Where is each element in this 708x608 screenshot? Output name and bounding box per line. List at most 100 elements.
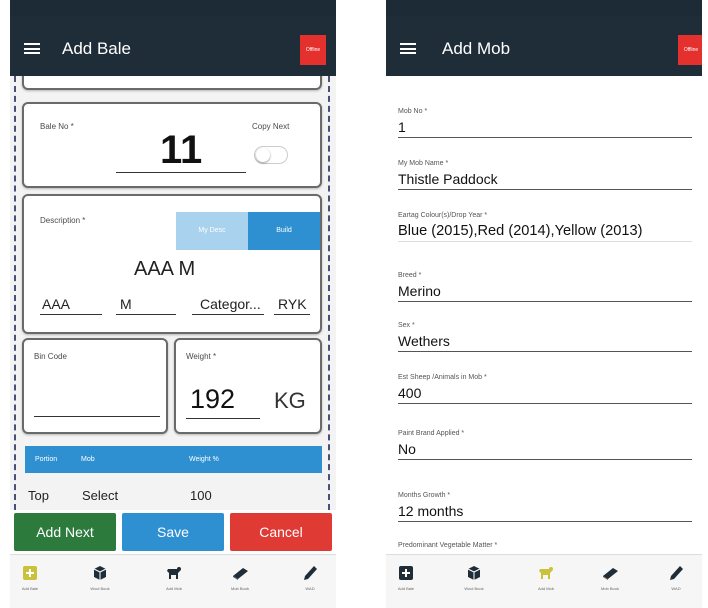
status-bar <box>10 0 336 16</box>
header-mob: Mob <box>81 456 95 463</box>
field-value[interactable]: Wethers <box>398 333 692 350</box>
field-label: Paint Brand Applied * <box>398 430 465 437</box>
tab-label: Mob Book <box>230 586 249 591</box>
field-underline <box>398 351 692 352</box>
page-title: Add Mob <box>442 39 511 58</box>
bin-code-label: Bin Code <box>34 352 67 361</box>
field-value[interactable]: Merino <box>398 283 692 300</box>
save-button[interactable]: Save <box>122 513 224 551</box>
breed-field[interactable]: Breed * Merino <box>398 272 692 302</box>
my-desc-button[interactable]: My Desc <box>176 212 248 250</box>
field-underline <box>192 314 264 315</box>
description-field-2[interactable]: M <box>120 296 132 312</box>
field-value[interactable]: 400 <box>398 385 692 402</box>
cancel-button[interactable]: Cancel <box>230 513 332 551</box>
field-underline <box>398 301 692 302</box>
field-underline <box>274 314 310 315</box>
book-icon <box>603 568 618 580</box>
tab-wad[interactable]: WAD <box>656 565 696 591</box>
previous-card <box>22 76 322 90</box>
tab-mob-book[interactable]: Mob Book <box>220 565 260 591</box>
toggle-knob <box>256 148 270 162</box>
vegetable-matter-field[interactable]: Predominant Vegetable Matter * <box>398 542 692 549</box>
field-label: My Mob Name * <box>398 160 449 167</box>
mob-no-field[interactable]: Mob No * 1 <box>398 108 692 138</box>
tab-wool-book[interactable]: Wool Book <box>454 565 494 591</box>
weight-unit: KG <box>274 388 306 413</box>
tab-mob-book[interactable]: Mob Book <box>590 565 630 591</box>
description-field-1[interactable]: AAA <box>42 296 70 312</box>
mob-select[interactable]: Select <box>82 488 118 503</box>
weight-card: Weight * 192 KG <box>174 338 322 434</box>
eartag-field[interactable]: Eartag Colour(s)/Drop Year * Blue (2015)… <box>398 212 692 242</box>
hamburger-menu-icon[interactable] <box>400 43 416 54</box>
paint-brand-field[interactable]: Paint Brand Applied * No <box>398 430 692 460</box>
build-button[interactable]: Build <box>248 212 320 250</box>
field-underline <box>116 314 176 315</box>
tab-label: Add Mob <box>537 586 554 591</box>
tab-label: Add Bale <box>21 586 39 591</box>
bin-code-card: Bin Code <box>22 338 168 434</box>
portion-table-header: Portion Mob Weight % <box>25 446 322 473</box>
divider <box>14 76 16 510</box>
description-value: AAA M <box>134 258 196 280</box>
offline-badge: Offline <box>678 35 702 65</box>
tab-label: Wool Book <box>90 586 110 591</box>
cube-icon <box>93 566 107 580</box>
field-label: Eartag Colour(s)/Drop Year * <box>398 212 488 219</box>
tab-wad[interactable]: WAD <box>290 565 330 591</box>
add-next-button[interactable]: Add Next <box>14 513 116 551</box>
field-label: Est Sheep /Animals in Mob * <box>398 374 487 381</box>
cube-icon <box>467 566 481 580</box>
add-mob-screen: Add Mob Offline Mob No * 1 My Mob Name *… <box>386 0 702 608</box>
field-underline <box>398 241 692 242</box>
description-field-3[interactable]: Categor... <box>200 296 261 312</box>
est-sheep-field[interactable]: Est Sheep /Animals in Mob * 400 <box>398 374 692 404</box>
bale-no-label: Bale No * <box>40 122 74 131</box>
bale-no-card: Bale No * 11 Copy Next <box>22 102 322 188</box>
tab-label: Add Mob <box>165 586 182 591</box>
tab-add-bale[interactable]: Add Bale <box>386 565 426 591</box>
tab-add-bale[interactable]: Add Bale <box>10 565 50 591</box>
add-bale-screen: Add Bale Offline Bale No * 11 Copy Next … <box>10 0 336 608</box>
field-label: Months Growth * <box>398 492 451 499</box>
book-icon <box>233 568 248 580</box>
field-value[interactable]: Thistle Paddock <box>398 171 692 188</box>
page-title: Add Bale <box>62 39 131 58</box>
field-value[interactable]: Blue (2015),Red (2014),Yellow (2013) <box>398 223 692 240</box>
mob-name-field[interactable]: My Mob Name * Thistle Paddock <box>398 160 692 190</box>
tab-add-mob[interactable]: Add Mob <box>526 565 566 591</box>
bale-form: Bale No * 11 Copy Next Description * My … <box>10 76 336 510</box>
status-bar <box>386 0 702 16</box>
sheep-icon <box>539 567 553 579</box>
tab-add-mob[interactable]: Add Mob <box>154 565 194 591</box>
bottom-tab-bar: Add Bale Wool Book Add Mob Mob Book WAD <box>386 554 702 608</box>
plus-square-icon <box>399 566 413 580</box>
field-label: Sex * <box>398 322 415 329</box>
bale-no-underline <box>116 172 246 173</box>
field-underline <box>398 189 692 190</box>
description-field-4[interactable]: RYK <box>278 296 307 312</box>
copy-next-toggle[interactable] <box>254 146 288 164</box>
tab-label: Mob Book <box>600 586 619 591</box>
copy-next-label: Copy Next <box>252 122 290 131</box>
pencil-icon <box>304 566 317 580</box>
sex-field[interactable]: Sex * Wethers <box>398 322 692 352</box>
field-value[interactable]: 12 months <box>398 503 692 520</box>
app-bar: Add Bale Offline <box>10 16 336 76</box>
weight-value[interactable]: 192 <box>190 384 235 415</box>
field-value[interactable]: No <box>398 441 692 458</box>
tab-wool-book[interactable]: Wool Book <box>80 565 120 591</box>
bottom-tab-bar: Add Bale Wool Book Add Mob Mob Book WAD <box>10 554 336 608</box>
field-value[interactable]: 1 <box>398 119 692 136</box>
app-bar: Add Mob Offline <box>386 16 702 76</box>
bin-code-input[interactable] <box>34 390 154 414</box>
bale-no-value[interactable]: 11 <box>160 128 202 173</box>
months-growth-field[interactable]: Months Growth * 12 months <box>398 492 692 522</box>
weight-label: Weight * <box>186 352 217 361</box>
pencil-icon <box>670 566 683 580</box>
row-weight[interactable]: 100 <box>190 488 212 503</box>
field-underline <box>398 137 692 138</box>
sheep-icon <box>167 567 181 579</box>
hamburger-menu-icon[interactable] <box>24 43 40 54</box>
